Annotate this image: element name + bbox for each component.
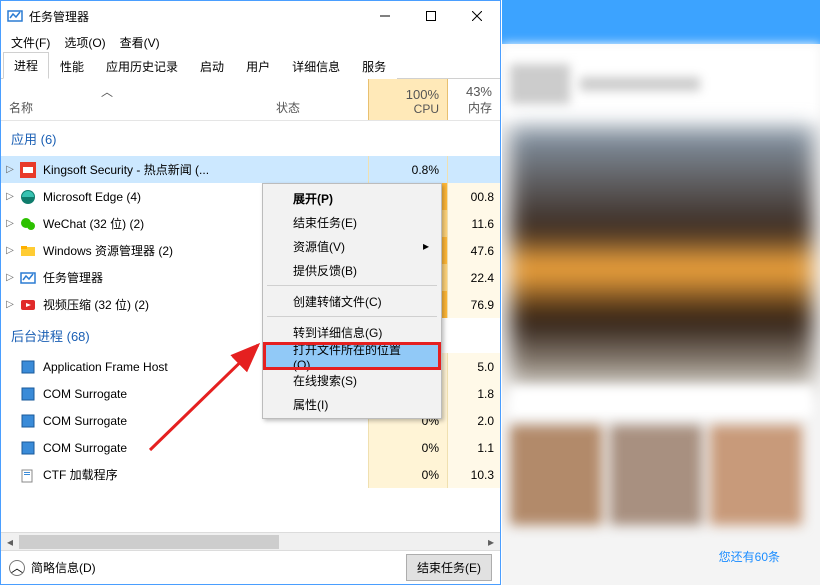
tab-app-history[interactable]: 应用历史记录: [95, 53, 189, 79]
context-menu: 展开(P) 结束任务(E) 资源值(V)▸ 提供反馈(B) 创建转储文件(C) …: [262, 183, 442, 419]
ctx-expand[interactable]: 展开(P): [265, 186, 439, 210]
ctx-end-task[interactable]: 结束任务(E): [265, 210, 439, 234]
separator: [267, 316, 437, 317]
bg-caption: [510, 387, 812, 417]
expand-icon[interactable]: ▷: [1, 164, 19, 175]
tab-services[interactable]: 服务: [351, 53, 397, 79]
ctx-create-dump[interactable]: 创建转储文件(C): [265, 289, 439, 313]
bg-main-image: [510, 128, 813, 383]
taskmgr-icon: [19, 269, 37, 287]
background-window: 您还有60条: [502, 0, 820, 585]
bg-more-link[interactable]: 您还有60条: [719, 548, 780, 565]
expand-icon[interactable]: ▷: [1, 299, 19, 310]
minimize-button[interactable]: [362, 1, 408, 31]
column-headers: ︿ 名称 状态 100%CPU 43%内存: [1, 79, 500, 121]
menu-options[interactable]: 选项(O): [58, 32, 111, 53]
wechat-icon: [19, 215, 37, 233]
expand-icon[interactable]: ▷: [1, 191, 19, 202]
menubar: 文件(F) 选项(O) 查看(V): [1, 31, 500, 53]
fewer-details-button[interactable]: ︿ 简略信息(D): [9, 559, 406, 576]
scroll-left-icon[interactable]: ◂: [1, 533, 19, 551]
scroll-right-icon[interactable]: ▸: [482, 533, 500, 551]
chevron-up-icon: ︿: [9, 560, 25, 576]
ctx-feedback[interactable]: 提供反馈(B): [265, 258, 439, 282]
explorer-icon: [19, 242, 37, 260]
tab-performance[interactable]: 性能: [49, 53, 95, 79]
maximize-button[interactable]: [408, 1, 454, 31]
table-row[interactable]: CTF 加载程序 0%10.3: [1, 461, 500, 488]
separator: [267, 285, 437, 286]
ctx-open-file-location[interactable]: 打开文件所在的位置(O): [265, 344, 439, 368]
process-icon: [19, 385, 37, 403]
end-task-button[interactable]: 结束任务(E): [406, 554, 492, 581]
tab-startup[interactable]: 启动: [189, 53, 235, 79]
tab-processes[interactable]: 进程: [3, 52, 49, 79]
expand-icon[interactable]: ▷: [1, 218, 19, 229]
menu-view[interactable]: 查看(V): [114, 32, 166, 53]
section-apps: 应用 (6): [1, 121, 500, 156]
ctx-search-online[interactable]: 在线搜索(S): [265, 368, 439, 392]
sort-chevron-icon[interactable]: ︿: [101, 83, 113, 100]
footer: ︿ 简略信息(D) 结束任务(E): [1, 550, 500, 584]
submenu-arrow-icon: ▸: [423, 239, 429, 253]
col-cpu[interactable]: 100%CPU: [368, 79, 448, 120]
app-icon: [19, 161, 37, 179]
tabbar: 进程 性能 应用历史记录 启动 用户 详细信息 服务: [1, 53, 500, 79]
bg-toolbar: [502, 44, 820, 124]
col-name[interactable]: 名称: [1, 79, 268, 120]
tab-users[interactable]: 用户: [235, 53, 281, 79]
expand-icon[interactable]: ▷: [1, 245, 19, 256]
ctx-resource-values[interactable]: 资源值(V)▸: [265, 234, 439, 258]
expand-icon[interactable]: ▷: [1, 272, 19, 283]
window-title: 任务管理器: [29, 8, 362, 25]
process-icon: [19, 412, 37, 430]
edge-icon: [19, 188, 37, 206]
scroll-track[interactable]: [19, 533, 482, 551]
col-mem[interactable]: 43%内存: [448, 79, 500, 120]
ctx-properties[interactable]: 属性(I): [265, 392, 439, 416]
titlebar[interactable]: 任务管理器: [1, 1, 500, 31]
table-row[interactable]: COM Surrogate 0%1.1: [1, 434, 500, 461]
horizontal-scrollbar[interactable]: ◂ ▸: [1, 532, 500, 550]
process-icon: [19, 439, 37, 457]
process-icon: [19, 466, 37, 484]
app-icon: [7, 8, 23, 24]
scroll-thumb[interactable]: [19, 535, 279, 549]
video-icon: [19, 296, 37, 314]
tab-details[interactable]: 详细信息: [281, 53, 351, 79]
bg-thumbnails: [502, 417, 820, 533]
col-status[interactable]: 状态: [268, 79, 368, 120]
process-icon: [19, 358, 37, 376]
menu-file[interactable]: 文件(F): [5, 32, 56, 53]
close-button[interactable]: [454, 1, 500, 31]
bg-titlebar: [502, 0, 820, 44]
table-row[interactable]: ▷ Kingsoft Security - 热点新闻 (... 0.8%: [1, 156, 500, 183]
